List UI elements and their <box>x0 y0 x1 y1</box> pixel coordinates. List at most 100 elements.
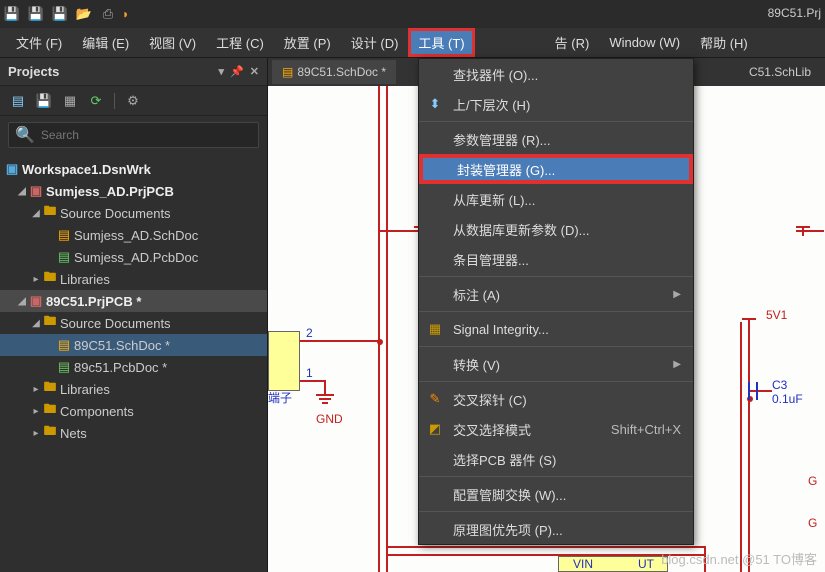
savecopy-icon[interactable]: 💾 <box>52 6 68 22</box>
select-icon: ◩ <box>427 421 443 437</box>
file-node[interactable]: ▤Sumjess_AD.SchDoc <box>0 224 267 246</box>
menu-cross-probe[interactable]: ✎交叉探针 (C) <box>419 384 693 414</box>
wire <box>324 380 326 394</box>
compile-icon[interactable]: ▦ <box>62 93 78 109</box>
net-label: G <box>808 474 817 488</box>
wire <box>748 322 750 572</box>
quick-access-toolbar: 💾 💾 💾 📂 ⎙ <box>4 6 116 22</box>
pin-label: UT <box>638 557 654 571</box>
menu-find-component[interactable]: 查找器件 (O)... <box>419 59 693 89</box>
settings-icon[interactable]: ⚙ <box>125 93 141 109</box>
project-node-active[interactable]: ◢▣89C51.PrjPCB * <box>0 290 267 312</box>
separator <box>419 311 693 312</box>
open-icon[interactable]: 📂 <box>76 6 92 22</box>
menu-sch-preferences[interactable]: 原理图优先项 (P)... <box>419 514 693 544</box>
hierarchy-icon: ⬍ <box>427 96 443 112</box>
menu-file[interactable]: 文件 (F) <box>6 28 72 57</box>
menu-item-manager[interactable]: 条目管理器... <box>419 244 693 274</box>
component-header[interactable] <box>268 331 300 391</box>
net-label: 5V1 <box>766 308 787 322</box>
window-title: 89C51.Prj <box>768 6 821 20</box>
menu-place[interactable]: 放置 (P) <box>274 28 341 57</box>
file-node-active[interactable]: ▤89C51.SchDoc * <box>0 334 267 356</box>
menu-select-pcb[interactable]: 选择PCB 器件 (S) <box>419 444 693 474</box>
menu-pin-swap[interactable]: 配置管脚交换 (W)... <box>419 479 693 509</box>
submenu-arrow-icon: ▶ <box>673 359 681 370</box>
menu-update-from-lib[interactable]: 从库更新 (L)... <box>419 184 693 214</box>
menu-design[interactable]: 设计 (D) <box>341 28 409 57</box>
search-icon: 🔍 <box>15 125 35 145</box>
tab[interactable]: C51.SchLib <box>739 60 821 84</box>
titlebar: 💾 💾 💾 📂 ⎙ ◗ 89C51.Prj <box>0 0 825 28</box>
separator <box>419 511 693 512</box>
projects-panel-header: Projects ▾ 📌 ✕ <box>0 58 267 86</box>
wire <box>740 322 742 572</box>
search-box[interactable]: 🔍 <box>8 122 259 148</box>
menu-update-from-db[interactable]: 从数据库更新参数 (D)... <box>419 214 693 244</box>
pin-label: VIN <box>573 557 593 571</box>
wire <box>378 230 418 232</box>
menu-edit[interactable]: 编辑 (E) <box>72 28 139 57</box>
projects-panel: Projects ▾ 📌 ✕ ▤ 💾 ▦ ⟳ ⚙ 🔍 ▣Workspace1.D… <box>0 58 268 572</box>
probe-icon: ✎ <box>427 391 443 407</box>
folder-node[interactable]: ▸🖿Nets <box>0 422 267 444</box>
menu-footprint-manager[interactable]: 封装管理器 (G)... <box>419 154 693 184</box>
comp-value: 0.1uF <box>772 392 803 406</box>
folder-node[interactable]: ▸🖿Libraries <box>0 268 267 290</box>
menu-report[interactable]: 告 (R) <box>545 28 600 57</box>
submenu-arrow-icon: ▶ <box>673 289 681 300</box>
menu-param-manager[interactable]: 参数管理器 (R)... <box>419 124 693 154</box>
cap-plate <box>756 382 758 400</box>
tab-active[interactable]: ▤89C51.SchDoc * <box>272 60 396 84</box>
project-node[interactable]: ◢▣Sumjess_AD.PrjPCB <box>0 180 267 202</box>
save-icon[interactable]: 💾 <box>4 6 20 22</box>
separator <box>419 381 693 382</box>
workspace-node[interactable]: ▣Workspace1.DsnWrk <box>0 158 267 180</box>
menu-annotate[interactable]: 标注 (A)▶ <box>419 279 693 309</box>
file-node[interactable]: ▤89c51.PcbDoc * <box>0 356 267 378</box>
folder-node[interactable]: ◢🖿Source Documents <box>0 312 267 334</box>
separator <box>419 476 693 477</box>
folder-node[interactable]: ▸🖿Libraries <box>0 378 267 400</box>
nav-icon[interactable]: ▤ <box>10 93 26 109</box>
print-icon[interactable]: ⎙ <box>100 6 116 22</box>
panel-close-icon[interactable]: ✕ <box>250 65 259 78</box>
folder-node[interactable]: ◢🖿Source Documents <box>0 202 267 224</box>
separator <box>419 346 693 347</box>
menu-help[interactable]: 帮助 (H) <box>690 28 758 57</box>
save-all-icon[interactable]: 💾 <box>28 6 44 22</box>
menu-cross-select[interactable]: ◩交叉选择模式Shift+Ctrl+X <box>419 414 693 444</box>
term-label: 端子 <box>268 389 292 406</box>
menu-signal-integrity[interactable]: ▦Signal Integrity... <box>419 314 693 344</box>
separator <box>114 93 115 109</box>
projects-toolbar: ▤ 💾 ▦ ⟳ ⚙ <box>0 86 267 116</box>
menu-hierarchy[interactable]: ⬍上/下层次 (H) <box>419 89 693 119</box>
app-logo-icon: ◗ <box>122 7 129 21</box>
panel-pin-icon[interactable]: 📌 <box>230 65 244 78</box>
menubar: 文件 (F) 编辑 (E) 视图 (V) 工程 (C) 放置 (P) 设计 (D… <box>0 28 825 58</box>
watermark: blog.csdn.net @51 TO博客 <box>661 549 817 568</box>
pin-number: 2 <box>306 326 313 340</box>
search-input[interactable] <box>41 128 252 142</box>
power-symbol <box>796 226 810 228</box>
separator <box>419 121 693 122</box>
designator: C3 <box>772 378 787 392</box>
file-node[interactable]: ▤Sumjess_AD.PcbDoc <box>0 246 267 268</box>
cap-plate <box>748 382 750 400</box>
menu-tools[interactable]: 工具 (T) <box>408 28 474 57</box>
pin-number: 1 <box>306 366 313 380</box>
wire <box>378 86 380 572</box>
wire <box>386 86 388 572</box>
tools-dropdown: 查找器件 (O)... ⬍上/下层次 (H) 参数管理器 (R)... 封装管理… <box>418 58 694 545</box>
refresh-icon[interactable]: ⟳ <box>88 93 104 109</box>
menu-window[interactable]: Window (W) <box>599 30 690 55</box>
project-tree[interactable]: ▣Workspace1.DsnWrk ◢▣Sumjess_AD.PrjPCB ◢… <box>0 154 267 572</box>
save-icon[interactable]: 💾 <box>36 93 52 109</box>
wire <box>300 380 326 382</box>
folder-node[interactable]: ▸🖿Components <box>0 400 267 422</box>
menu-project[interactable]: 工程 (C) <box>206 28 274 57</box>
menu-view[interactable]: 视图 (V) <box>139 28 206 57</box>
menu-convert[interactable]: 转换 (V)▶ <box>419 349 693 379</box>
panel-dropdown-icon[interactable]: ▾ <box>219 65 225 78</box>
wire <box>748 390 772 392</box>
